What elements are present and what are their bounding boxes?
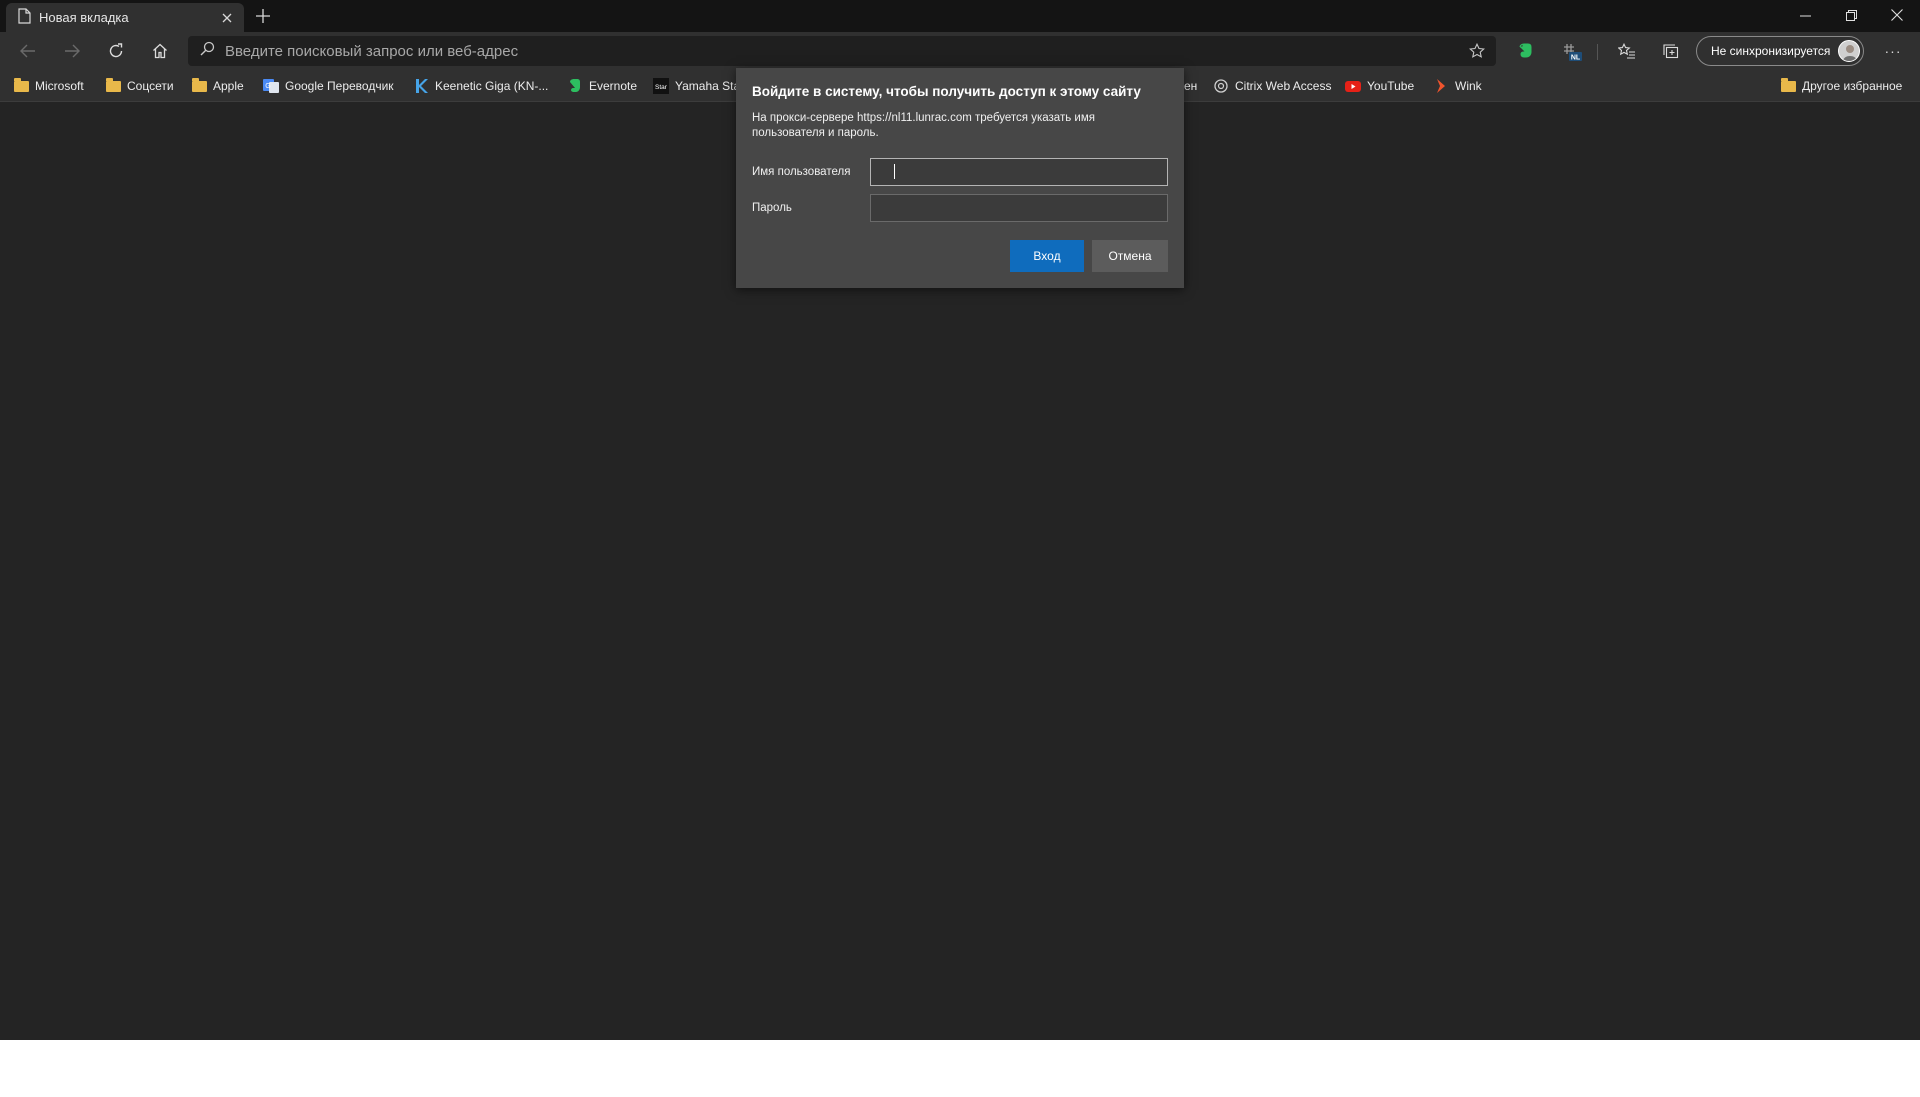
login-button[interactable]: Вход xyxy=(1010,240,1084,272)
close-window-button[interactable] xyxy=(1874,0,1920,30)
home-icon xyxy=(153,43,167,59)
search-icon xyxy=(200,41,215,61)
bookmark-other-favorites[interactable]: Другое избранное xyxy=(1780,76,1902,96)
settings-more-button[interactable]: ··· xyxy=(1876,36,1910,66)
folder-icon xyxy=(105,77,121,94)
tab-close-icon[interactable] xyxy=(218,9,236,27)
dialog-description: На прокси-сервере https://nl11.lunrac.co… xyxy=(752,112,1095,139)
favorites-button[interactable] xyxy=(1609,36,1643,66)
bookmark-youtube[interactable]: YouTube xyxy=(1345,76,1414,96)
arrow-right-icon xyxy=(65,44,80,58)
browser-window: Новая вкладка Введите поисковый запрос и… xyxy=(0,0,1920,1040)
dialog-title: Войдите в систему, чтобы получить доступ… xyxy=(752,84,1141,99)
restore-button[interactable] xyxy=(1828,0,1874,30)
svg-text:NL: NL xyxy=(1571,54,1581,61)
refresh-icon xyxy=(109,43,123,58)
bookmark-google-translate[interactable]: G Google Переводчик xyxy=(263,76,394,96)
favorites-list-icon xyxy=(1617,43,1635,59)
minimize-button[interactable] xyxy=(1782,0,1828,30)
minimize-icon xyxy=(1799,15,1811,16)
bookmark-socials[interactable]: Соцсети xyxy=(105,76,174,96)
home-button[interactable] xyxy=(142,36,178,66)
plus-icon xyxy=(256,9,270,23)
cancel-button[interactable]: Отмена xyxy=(1092,240,1168,272)
bookmark-wink[interactable]: Wink xyxy=(1433,76,1482,96)
tab-strip: Новая вкладка xyxy=(0,0,1920,32)
text-caret xyxy=(894,164,895,179)
toolbar-divider xyxy=(1597,44,1598,60)
more-icon: ··· xyxy=(1884,43,1902,59)
close-icon xyxy=(1891,9,1903,21)
refresh-button[interactable] xyxy=(98,36,134,66)
citrix-icon xyxy=(1213,78,1229,94)
profile-sync-status: Не синхронизируется xyxy=(1711,44,1831,58)
password-row: Пароль xyxy=(752,194,1168,222)
star-badge-icon: Star xyxy=(653,78,669,94)
toolbar: NL Не синхронизируется ··· xyxy=(0,32,1920,70)
username-row: Имя пользователя xyxy=(752,158,1168,186)
forward-button[interactable] xyxy=(54,36,90,66)
back-button[interactable] xyxy=(10,36,46,66)
restore-icon xyxy=(1845,9,1857,21)
svg-text:Star: Star xyxy=(655,84,668,91)
avatar xyxy=(1838,40,1860,62)
folder-icon xyxy=(191,77,207,94)
evernote-icon xyxy=(567,78,583,94)
bookmark-apple[interactable]: Apple xyxy=(191,76,244,96)
username-field[interactable] xyxy=(870,158,1168,186)
blank-area xyxy=(0,1040,1920,1097)
google-translate-icon: G xyxy=(263,78,279,94)
collections-button[interactable] xyxy=(1653,36,1687,66)
keenetic-icon xyxy=(413,78,429,94)
evernote-extension-icon[interactable] xyxy=(1508,36,1542,66)
add-favorite-star-icon[interactable] xyxy=(1462,36,1492,66)
bookmark-citrix[interactable]: Citrix Web Access xyxy=(1213,76,1331,96)
profile-button[interactable]: Не синхронизируется xyxy=(1696,36,1864,66)
bookmark-microsoft[interactable]: Microsoft xyxy=(13,76,84,96)
address-bar[interactable] xyxy=(188,36,1496,66)
bookmark-keenetic[interactable]: Keenetic Giga (KN-... xyxy=(413,76,548,96)
tab-new-tab[interactable]: Новая вкладка xyxy=(6,3,244,32)
bookmark-evernote[interactable]: Evernote xyxy=(567,76,637,96)
svg-text:G: G xyxy=(265,83,270,90)
folder-icon xyxy=(13,77,29,94)
youtube-icon xyxy=(1345,78,1361,94)
password-field[interactable] xyxy=(870,194,1168,222)
tab-title: Новая вкладка xyxy=(39,10,129,25)
folder-icon xyxy=(1780,77,1796,94)
wink-icon xyxy=(1433,78,1449,94)
password-label: Пароль xyxy=(752,202,792,214)
arrow-left-icon xyxy=(20,44,35,58)
collections-icon xyxy=(1662,44,1678,59)
vpn-extension-icon[interactable]: NL xyxy=(1554,36,1588,66)
page-icon xyxy=(18,8,31,27)
bookmark-yamaha[interactable]: Star Yamaha Sta xyxy=(653,76,737,96)
new-tab-button[interactable] xyxy=(250,4,276,28)
proxy-auth-dialog: Войдите в систему, чтобы получить доступ… xyxy=(736,68,1184,288)
username-label: Имя пользователя xyxy=(752,166,851,178)
bookmark-hidden-partial[interactable]: ен xyxy=(1184,76,1197,96)
address-input[interactable] xyxy=(225,42,1462,60)
